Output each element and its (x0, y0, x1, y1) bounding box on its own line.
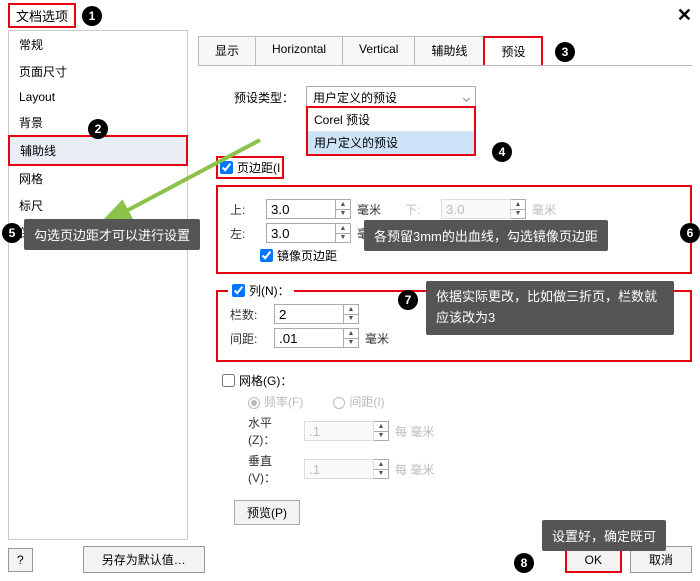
tab-display[interactable]: 显示 (198, 36, 256, 65)
sidebar-item-grid[interactable]: 网格 (9, 165, 187, 192)
tab-guidelines[interactable]: 辅助线 (414, 36, 484, 65)
margin-top-input[interactable] (266, 199, 336, 219)
radio-spacing: 间距(I) (333, 393, 384, 410)
close-icon[interactable]: ✕ (677, 5, 692, 26)
help-button[interactable]: ? (8, 548, 33, 572)
margin-left-input[interactable] (266, 223, 336, 243)
unit: 毫米 (357, 201, 381, 218)
sidebar-item-layout[interactable]: Layout (9, 85, 187, 109)
unit: 毫米 (532, 201, 556, 218)
preset-type-dropdown[interactable]: 用户定义的预设 (306, 86, 476, 108)
note-6: 各预留3mm的出血线，勾选镜像页边距 (364, 220, 608, 251)
spinner: ▲▼ (374, 421, 389, 441)
spinner[interactable]: ▲▼ (344, 328, 359, 348)
spinner: ▲▼ (374, 459, 389, 479)
grid-vt-input (304, 459, 374, 479)
dropdown-value: 用户定义的预设 (313, 89, 397, 106)
mirror-label: 镜像页边距 (277, 247, 337, 264)
preview-button[interactable]: 预览(P) (234, 500, 300, 525)
note-8: 设置好，确定既可 (542, 520, 666, 551)
tab-vertical[interactable]: Vertical (342, 36, 415, 65)
columns-count-input[interactable] (274, 304, 344, 324)
sidebar-item-general[interactable]: 常规 (9, 31, 187, 58)
spinner[interactable]: ▲▼ (344, 304, 359, 324)
preset-type-label: 预设类型： (234, 89, 294, 106)
dropdown-list: Corel 预设 用户定义的预设 (306, 106, 476, 156)
columns-gap-input[interactable] (274, 328, 344, 348)
grid-hz-input (304, 421, 374, 441)
grid-hz-label: 水平(Z)： (248, 414, 298, 448)
spinner[interactable]: ▲▼ (336, 223, 351, 243)
sidebar-item-guidelines[interactable]: 辅助线 (8, 135, 188, 166)
tab-horizontal[interactable]: Horizontal (255, 36, 343, 65)
unit: 毫米 (365, 330, 389, 347)
margin-bottom-input (441, 199, 511, 219)
grid-legend: 网格(G)： (239, 372, 292, 389)
margin-checkbox[interactable] (220, 161, 233, 174)
mirror-checkbox[interactable] (260, 249, 273, 262)
dropdown-option-corel[interactable]: Corel 预设 (308, 108, 474, 131)
save-default-button[interactable]: 另存为默认值… (83, 546, 205, 573)
spinner: ▲▼ (511, 199, 526, 219)
unit: 每 毫米 (395, 423, 434, 440)
sidebar: 常规 页面尺寸 Layout 背景 辅助线 网格 标尺 保存 (8, 30, 188, 540)
sidebar-item-ruler[interactable]: 标尺 (9, 192, 187, 219)
margin-legend: 页边距(I (237, 159, 280, 176)
tabs: 显示 Horizontal Vertical 辅助线 预设 (198, 36, 692, 66)
columns-gap-label: 间距: (230, 330, 268, 347)
columns-count-label: 栏数: (230, 306, 268, 323)
note-5: 勾选页边距才可以进行设置 (24, 219, 200, 250)
sidebar-item-pagesize[interactable]: 页面尺寸 (9, 58, 187, 85)
margin-bottom-label: 下: (405, 201, 435, 218)
note-7: 依据实际更改，比如做三折页，栏数就应该改为3 (426, 281, 674, 335)
unit: 每 毫米 (395, 461, 434, 478)
chevron-down-icon (464, 90, 469, 104)
margin-top-label: 上: (230, 201, 260, 218)
columns-legend: 列(N)： (249, 282, 290, 299)
dropdown-option-user[interactable]: 用户定义的预设 (308, 131, 474, 154)
grid-vt-label: 垂直(V)： (248, 452, 298, 486)
tab-presets[interactable]: 预设 (483, 36, 543, 65)
radio-frequency: 频率(F) (248, 393, 303, 410)
grid-checkbox[interactable] (222, 374, 235, 387)
spinner[interactable]: ▲▼ (336, 199, 351, 219)
columns-checkbox[interactable] (232, 284, 245, 297)
window-title: 文档选项 (8, 3, 76, 28)
margin-left-label: 左: (230, 225, 260, 242)
grid-group: 网格(G)： 频率(F) 间距(I) 水平(Z)： ▲▼ 每 毫米 垂直(V)：… (216, 372, 692, 486)
